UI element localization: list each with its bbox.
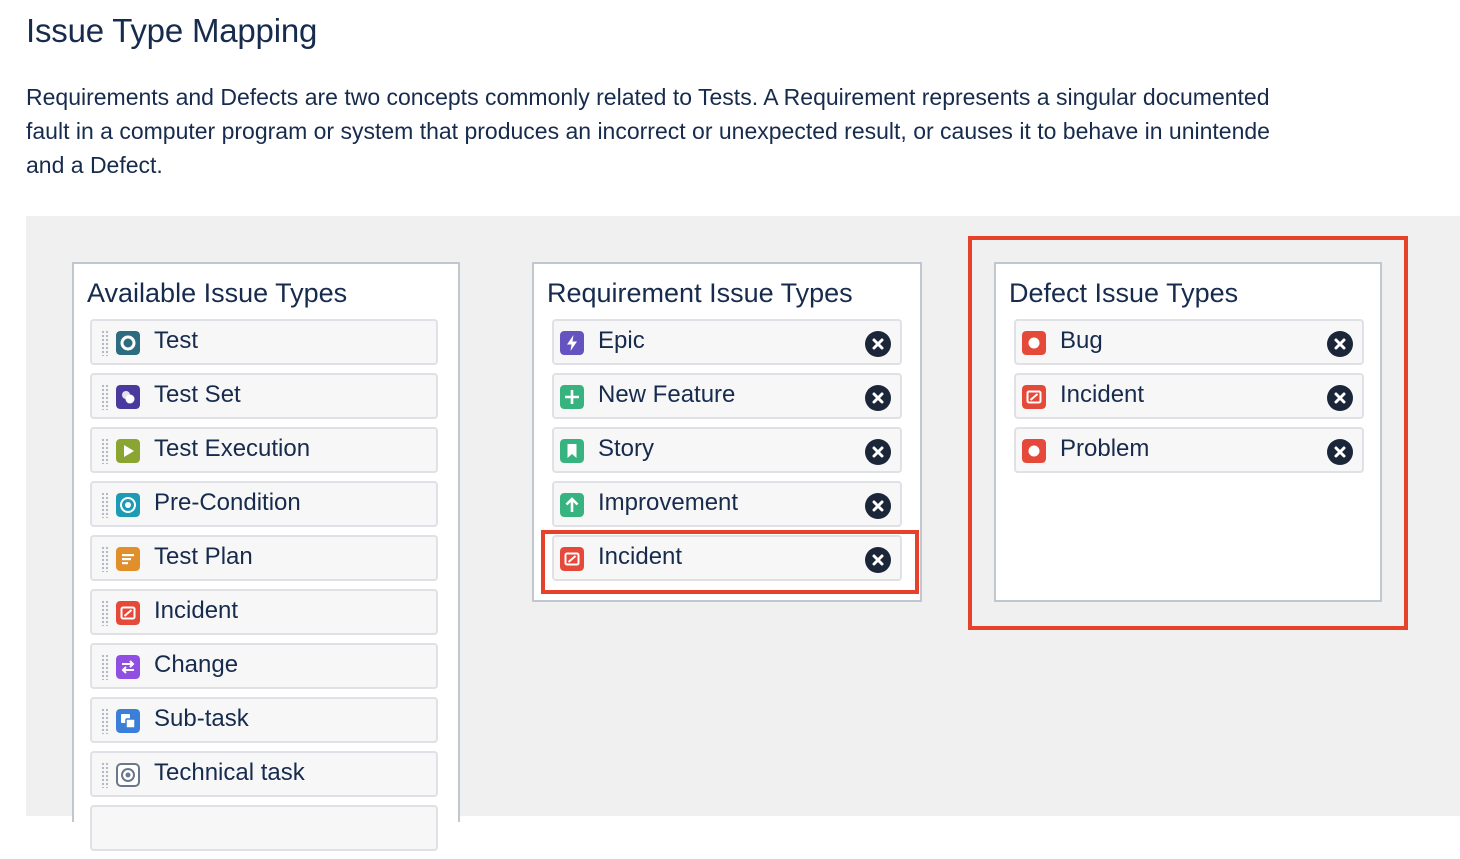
requirement-item-new-feature[interactable]: New Feature [552, 373, 902, 419]
incident-icon [116, 601, 140, 625]
xray-precondition-icon [116, 493, 140, 517]
xray-test-icon [116, 331, 140, 355]
drag-handle-icon[interactable] [101, 546, 109, 572]
item-label: Change [154, 651, 239, 678]
requirement-item-improvement[interactable]: Improvement [552, 481, 902, 527]
remove-icon[interactable] [1327, 439, 1353, 465]
page-description: Requirements and Defects are two concept… [26, 80, 1460, 182]
available-item-pre-condition[interactable]: Pre-Condition [90, 481, 438, 527]
available-item-test-set[interactable]: Test Set [90, 373, 438, 419]
requirement-item-epic[interactable]: Epic [552, 319, 902, 365]
description-line: Requirements and Defects are two concept… [26, 84, 1270, 110]
defect-item-incident[interactable]: Incident [1014, 373, 1364, 419]
requirement-item-incident[interactable]: Incident [552, 535, 902, 581]
remove-icon[interactable] [1327, 385, 1353, 411]
item-label: Problem [1060, 435, 1150, 462]
available-item-technical-task[interactable]: Technical task [90, 751, 438, 797]
requirement-item-story[interactable]: Story [552, 427, 902, 473]
description-line: and a Defect. [26, 152, 163, 178]
panel-title: Available Issue Types [87, 278, 348, 308]
available-issue-types-panel: Available Issue Types Test Test Set Test… [72, 262, 460, 851]
remove-icon[interactable] [865, 493, 891, 519]
available-item-test-execution[interactable]: Test Execution [90, 427, 438, 473]
defect-issue-types-panel: Defect Issue Types Bug Incident Problem [994, 262, 1382, 602]
requirement-issue-types-panel: Requirement Issue Types Epic New Feature… [532, 262, 922, 602]
item-label: Test Execution [154, 435, 311, 462]
available-item-partial[interactable] [90, 805, 438, 851]
item-label: Technical task [154, 759, 305, 786]
item-label: Incident [1060, 381, 1145, 408]
defect-item-bug[interactable]: Bug [1014, 319, 1364, 365]
item-label: Pre-Condition [154, 489, 301, 516]
drag-handle-icon[interactable] [101, 600, 109, 626]
problem-icon [1022, 439, 1046, 463]
remove-icon[interactable] [1327, 331, 1353, 357]
item-label: Incident [598, 543, 683, 570]
drag-handle-icon[interactable] [101, 438, 109, 464]
available-list: Test Test Set Test Execution Pre-Conditi… [90, 319, 438, 859]
item-label: Test Plan [154, 543, 253, 570]
available-item-change[interactable]: Change [90, 643, 438, 689]
drag-handle-icon[interactable] [101, 384, 109, 410]
drag-handle-icon[interactable] [101, 492, 109, 518]
new-feature-icon [560, 385, 584, 409]
incident-icon [1022, 385, 1046, 409]
item-label: Story [598, 435, 655, 462]
description-line: fault in a computer program or system th… [26, 118, 1270, 144]
item-label: Sub-task [154, 705, 249, 732]
item-label: Test Set [154, 381, 241, 408]
item-label: Improvement [598, 489, 739, 516]
bug-icon [1022, 331, 1046, 355]
drag-handle-icon[interactable] [101, 762, 109, 788]
remove-icon[interactable] [865, 439, 891, 465]
remove-icon[interactable] [865, 547, 891, 573]
item-label: Incident [154, 597, 239, 624]
xray-test-plan-icon [116, 547, 140, 571]
available-item-sub-task[interactable]: Sub-task [90, 697, 438, 743]
drag-handle-icon[interactable] [101, 330, 109, 356]
item-label: Bug [1060, 327, 1103, 354]
drag-handle-icon[interactable] [101, 708, 109, 734]
available-item-test-plan[interactable]: Test Plan [90, 535, 438, 581]
subtask-icon [116, 709, 140, 733]
remove-icon[interactable] [865, 385, 891, 411]
item-label: Test [154, 327, 199, 354]
item-label: Epic [598, 327, 645, 354]
improvement-icon [560, 493, 584, 517]
drag-handle-icon[interactable] [101, 654, 109, 680]
defect-list: Bug Incident Problem [1014, 319, 1364, 481]
incident-icon [560, 547, 584, 571]
requirement-list: Epic New Feature Story Improvement Incid… [552, 319, 902, 589]
available-item-test[interactable]: Test [90, 319, 438, 365]
story-icon [560, 439, 584, 463]
change-icon [116, 655, 140, 679]
epic-icon [560, 331, 584, 355]
defect-item-problem[interactable]: Problem [1014, 427, 1364, 473]
available-item-incident[interactable]: Incident [90, 589, 438, 635]
page-title: Issue Type Mapping [26, 12, 318, 49]
item-label: New Feature [598, 381, 736, 408]
xray-test-execution-icon [116, 439, 140, 463]
xray-test-set-icon [116, 385, 140, 409]
remove-icon[interactable] [865, 331, 891, 357]
panel-title: Defect Issue Types [1009, 278, 1239, 308]
panel-title: Requirement Issue Types [547, 278, 853, 308]
technical-task-icon [116, 763, 140, 787]
